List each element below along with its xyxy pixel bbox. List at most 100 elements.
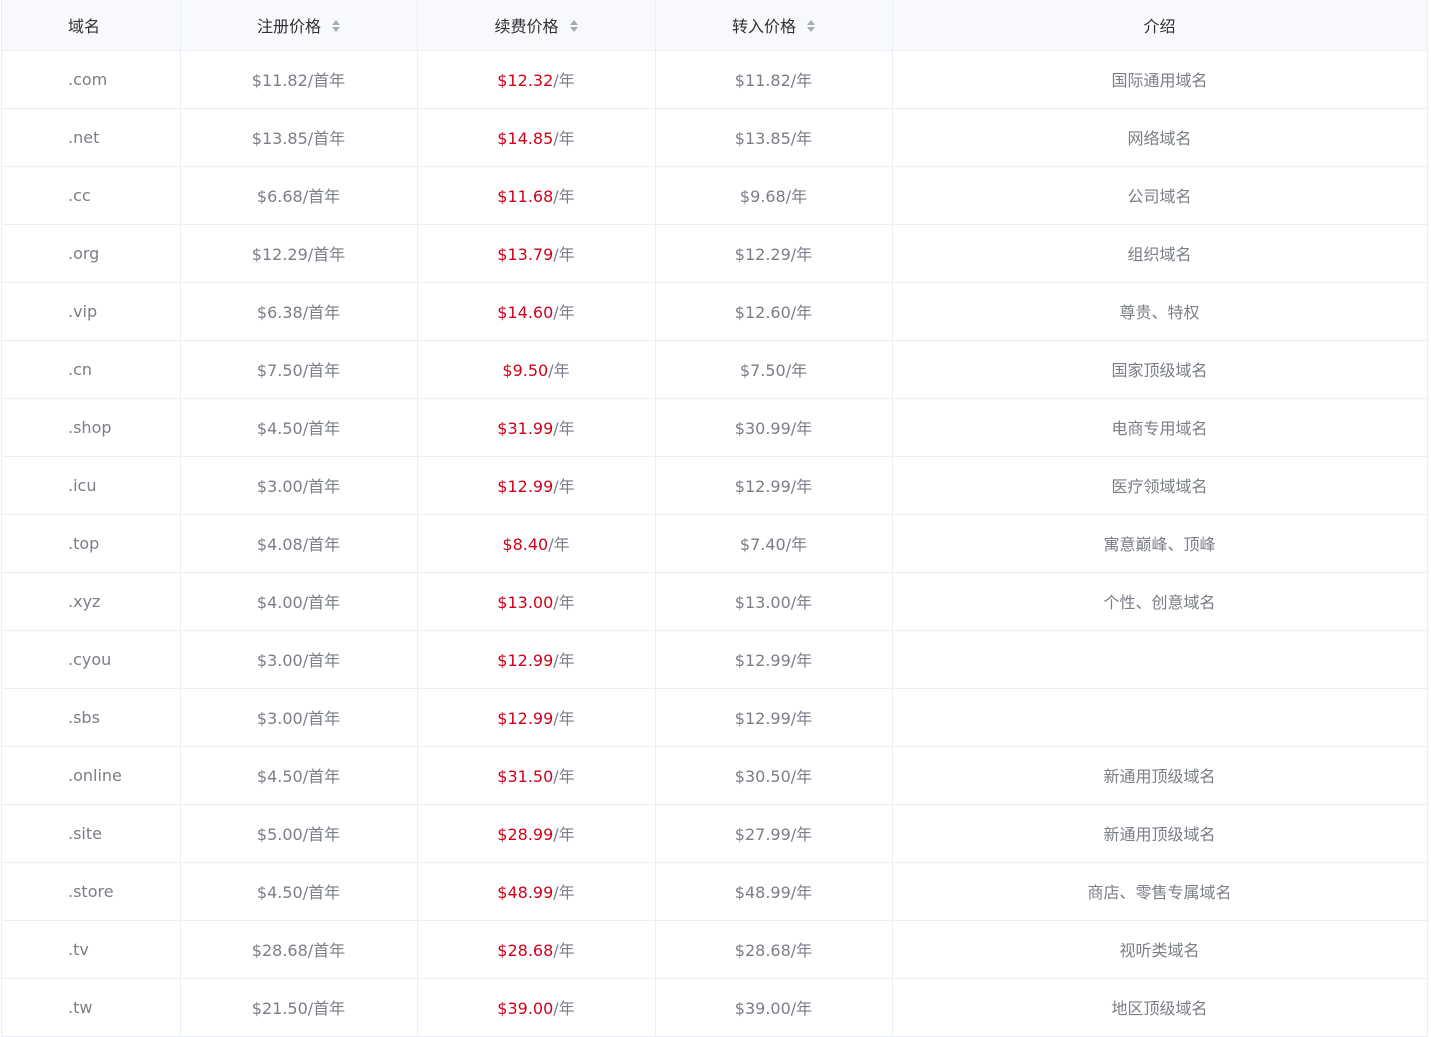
register-price: $4.50/首年 <box>256 767 341 786</box>
cell-transfer-price: $27.99/年 <box>655 804 893 863</box>
sort-ascending-icon[interactable] <box>807 20 816 26</box>
register-price: $3.00/首年 <box>256 651 341 670</box>
table-header: 域名 注册价格 续费价格 转入价格 介绍 <box>2 0 1428 51</box>
column-header-register-price[interactable]: 注册价格 <box>180 0 418 51</box>
cell-transfer-price: $12.60/年 <box>655 282 893 341</box>
cell-transfer-price: $48.99/年 <box>655 862 893 921</box>
transfer-price: $11.82/年 <box>734 71 813 90</box>
renew-price-unit: /年 <box>553 419 575 438</box>
transfer-price: $7.40/年 <box>739 535 808 554</box>
cell-domain: .net <box>2 108 181 167</box>
renew-price-amount: $12.99 <box>497 709 554 728</box>
table-row: .cyou $3.00/首年 $12.99/年 $12.99/年 <box>2 630 1428 689</box>
sort-descending-icon[interactable] <box>569 27 578 33</box>
renew-price-unit: /年 <box>553 999 575 1018</box>
cell-transfer-price: $39.00/年 <box>655 978 893 1037</box>
cell-renew-price: $39.00/年 <box>417 978 656 1037</box>
cell-transfer-price: $7.50/年 <box>655 340 893 399</box>
column-header-renew-label: 续费价格 <box>494 16 559 36</box>
cell-register-price: $6.38/首年 <box>180 282 418 341</box>
renew-price-unit: /年 <box>553 303 575 322</box>
renew-price-unit: /年 <box>553 767 575 786</box>
cell-register-price: $21.50/首年 <box>180 978 418 1037</box>
transfer-price: $13.85/年 <box>734 129 813 148</box>
table-row: .com $11.82/首年 $12.32/年 $11.82/年 国际通用域名 <box>2 50 1428 109</box>
cell-intro: 尊贵、特权 <box>892 282 1428 341</box>
domain-suffix: .cyou <box>68 649 112 669</box>
column-header-transfer-price[interactable]: 转入价格 <box>655 0 893 51</box>
cell-domain: .cyou <box>2 630 181 689</box>
domain-suffix: .vip <box>68 301 98 321</box>
column-header-intro: 介绍 <box>892 0 1428 51</box>
domain-suffix: .cn <box>68 359 93 379</box>
domain-intro: 视听类域名 <box>1119 941 1200 960</box>
cell-renew-price: $11.68/年 <box>417 166 656 225</box>
cell-renew-price: $14.60/年 <box>417 282 656 341</box>
cell-intro: 国际通用域名 <box>892 50 1428 109</box>
domain-intro: 网络域名 <box>1127 129 1192 148</box>
renew-price-unit: /年 <box>553 71 575 90</box>
cell-domain: .cc <box>2 166 181 225</box>
table-header-row: 域名 注册价格 续费价格 转入价格 介绍 <box>2 0 1428 51</box>
domain-intro: 寓意巅峰、顶峰 <box>1103 535 1216 554</box>
cell-register-price: $3.00/首年 <box>180 630 418 689</box>
sort-caret-icon[interactable] <box>569 19 578 33</box>
transfer-price: $7.50/年 <box>739 361 808 380</box>
renew-price-amount: $12.99 <box>497 477 554 496</box>
cell-register-price: $4.00/首年 <box>180 572 418 631</box>
cell-register-price: $6.68/首年 <box>180 166 418 225</box>
domain-intro: 国际通用域名 <box>1111 71 1208 90</box>
sort-descending-icon[interactable] <box>332 27 341 33</box>
renew-price-unit: /年 <box>553 709 575 728</box>
domain-suffix: .tv <box>68 939 89 959</box>
cell-renew-price: $14.85/年 <box>417 108 656 167</box>
register-price: $6.38/首年 <box>256 303 341 322</box>
renew-price-amount: $28.68 <box>497 941 554 960</box>
cell-register-price: $28.68/首年 <box>180 920 418 979</box>
cell-register-price: $3.00/首年 <box>180 688 418 747</box>
domain-suffix: .net <box>68 127 100 147</box>
renew-price-amount: $48.99 <box>497 883 554 902</box>
cell-domain: .org <box>2 224 181 283</box>
cell-register-price: $4.50/首年 <box>180 746 418 805</box>
table-row: .online $4.50/首年 $31.50/年 $30.50/年 新通用顶级域名 <box>2 746 1428 805</box>
renew-price-amount: $12.32 <box>497 71 554 90</box>
cell-transfer-price: $30.99/年 <box>655 398 893 457</box>
column-header-transfer-label: 转入价格 <box>731 16 796 36</box>
renew-price-unit: /年 <box>553 129 575 148</box>
cell-register-price: $7.50/首年 <box>180 340 418 399</box>
renew-price-amount: $13.79 <box>497 245 554 264</box>
column-header-domain-label: 域名 <box>68 16 101 36</box>
renew-price-unit: /年 <box>553 593 575 612</box>
domain-intro: 公司域名 <box>1127 187 1192 206</box>
cell-transfer-price: $30.50/年 <box>655 746 893 805</box>
sort-caret-icon[interactable] <box>807 19 816 33</box>
domain-suffix: .tw <box>68 997 93 1017</box>
domain-intro: 医疗领域域名 <box>1111 477 1208 496</box>
cell-transfer-price: $13.85/年 <box>655 108 893 167</box>
cell-transfer-price: $12.99/年 <box>655 456 893 515</box>
renew-price-amount: $28.99 <box>497 825 554 844</box>
transfer-price: $9.68/年 <box>739 187 808 206</box>
transfer-price: $12.99/年 <box>734 651 813 670</box>
sort-descending-icon[interactable] <box>807 27 816 33</box>
table-row: .tv $28.68/首年 $28.68/年 $28.68/年 视听类域名 <box>2 920 1428 979</box>
domain-suffix: .com <box>68 69 108 89</box>
table-row: .sbs $3.00/首年 $12.99/年 $12.99/年 <box>2 688 1428 747</box>
cell-renew-price: $13.00/年 <box>417 572 656 631</box>
cell-transfer-price: $12.99/年 <box>655 688 893 747</box>
cell-intro: 寓意巅峰、顶峰 <box>892 514 1428 573</box>
cell-transfer-price: $13.00/年 <box>655 572 893 631</box>
transfer-price: $39.00/年 <box>734 999 813 1018</box>
cell-renew-price: $12.99/年 <box>417 630 656 689</box>
renew-price-amount: $13.00 <box>497 593 554 612</box>
column-header-renew-price[interactable]: 续费价格 <box>417 0 656 51</box>
cell-renew-price: $8.40/年 <box>417 514 656 573</box>
register-price: $4.00/首年 <box>256 593 341 612</box>
transfer-price: $12.29/年 <box>734 245 813 264</box>
sort-caret-icon[interactable] <box>332 19 341 33</box>
sort-ascending-icon[interactable] <box>332 20 341 26</box>
domain-suffix: .xyz <box>68 591 101 611</box>
transfer-price: $30.99/年 <box>734 419 813 438</box>
sort-ascending-icon[interactable] <box>569 20 578 26</box>
